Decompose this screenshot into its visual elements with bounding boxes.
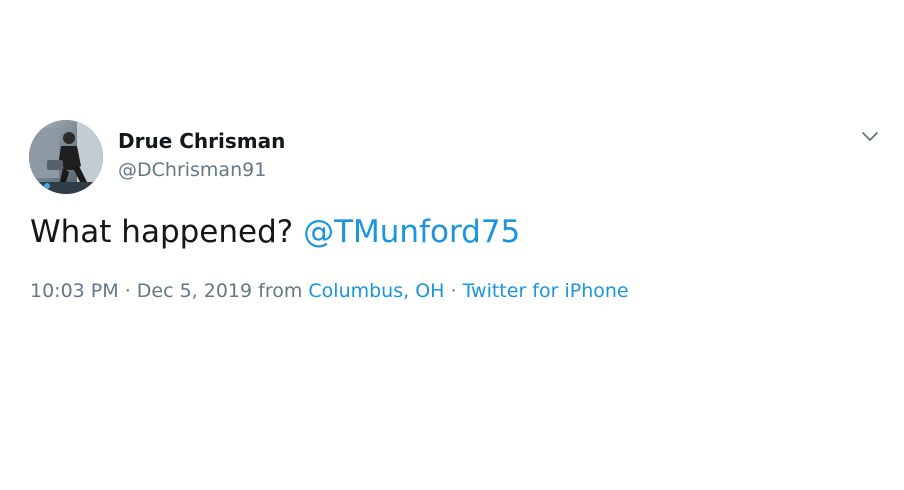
avatar-photo-icon [29, 120, 103, 194]
avatar[interactable] [29, 120, 103, 194]
tweet-card: Drue Chrisman @DChrisman91 What happened… [0, 0, 904, 490]
author-block: Drue Chrisman @DChrisman91 [118, 128, 285, 183]
meta-separator: · [118, 280, 137, 302]
location-link[interactable]: Columbus, OH [308, 280, 444, 302]
tweet-text-content: What happened? [30, 214, 304, 250]
chevron-down-icon [862, 132, 878, 141]
mention-link[interactable]: @TMunford75 [303, 214, 520, 250]
tweet-menu-button[interactable] [859, 128, 881, 146]
source-link[interactable]: Twitter for iPhone [463, 280, 629, 302]
tweet-meta: 10:03 PM · Dec 5, 2019 from Columbus, OH… [30, 277, 629, 305]
display-name[interactable]: Drue Chrisman [118, 128, 285, 154]
user-handle[interactable]: @DChrisman91 [118, 157, 285, 183]
tweet-time[interactable]: 10:03 PM [30, 280, 119, 302]
tweet-text: What happened? @TMunford75 [30, 210, 520, 254]
from-label: from [252, 280, 309, 302]
meta-separator: · [444, 280, 463, 302]
tweet-date[interactable]: Dec 5, 2019 [137, 280, 252, 302]
